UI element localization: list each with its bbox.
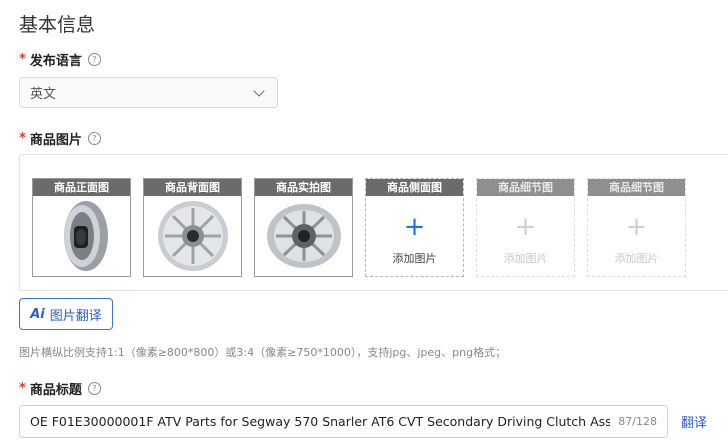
plus-icon: +: [514, 212, 537, 242]
product-title-value: OE F01E30000001F ATV Parts for Segway 57…: [30, 414, 611, 429]
question-circle-icon[interactable]: ?: [87, 382, 101, 395]
add-image-label: 添加图片: [614, 252, 659, 265]
publish-language-label-row: * 发布语言 ?: [19, 50, 101, 69]
image-slot-side[interactable]: 商品侧面图 + 添加图片: [365, 178, 464, 277]
question-circle-icon[interactable]: ?: [87, 132, 101, 145]
image-slot-caption: 商品侧面图: [366, 179, 463, 196]
image-translate-label: 图片翻译: [49, 308, 102, 324]
product-image-thumbnail: [33, 196, 130, 276]
section-title: 基本信息: [19, 14, 96, 36]
publish-language-label: 发布语言: [29, 54, 82, 69]
publish-language-select[interactable]: 英文: [19, 77, 278, 108]
image-slot-detail-2: 商品细节图 + 添加图片: [587, 178, 686, 277]
product-title-label-row: * 商品标题 ?: [19, 379, 101, 398]
image-slot-back[interactable]: 商品背面图: [143, 178, 242, 277]
add-image-label: 添加图片: [392, 252, 437, 265]
chevron-down-icon: [253, 84, 265, 97]
image-slot-detail-1: 商品细节图 + 添加图片: [476, 178, 575, 277]
image-slot-real-shot[interactable]: 商品实拍图: [254, 178, 353, 277]
image-slot-caption: 商品正面图: [33, 179, 130, 196]
product-images-label: 商品图片: [29, 133, 82, 148]
publish-language-value: 英文: [30, 87, 57, 102]
product-image-thumbnail: [144, 196, 241, 276]
product-title-input[interactable]: OE F01E30000001F ATV Parts for Segway 57…: [19, 405, 668, 438]
image-slot-front[interactable]: 商品正面图: [32, 178, 131, 277]
required-mark: *: [19, 52, 26, 67]
required-mark: *: [19, 381, 26, 396]
image-translate-button[interactable]: Ai 图片翻译: [19, 298, 113, 330]
image-slot-caption: 商品细节图: [477, 179, 574, 196]
ai-icon: Ai: [30, 306, 45, 322]
image-slot-caption: 商品背面图: [144, 179, 241, 196]
plus-icon[interactable]: +: [366, 214, 463, 240]
plus-icon: +: [625, 212, 648, 242]
translate-link[interactable]: 翻译: [681, 412, 707, 431]
product-title-label: 商品标题: [29, 383, 82, 398]
question-circle-icon[interactable]: ?: [87, 53, 101, 66]
required-mark: *: [19, 131, 26, 146]
add-image-label: 添加图片: [503, 252, 548, 265]
image-slot-caption: 商品实拍图: [255, 179, 352, 196]
image-slot-caption: 商品细节图: [588, 179, 685, 196]
image-requirements-hint: 图片横纵比例支持1:1（像素≥800*800）或3:4（像素≥750*1000）…: [19, 346, 507, 359]
character-counter: 87/128: [618, 415, 657, 428]
product-image-thumbnail: [255, 196, 352, 276]
product-images-label-row: * 商品图片 ?: [19, 129, 101, 148]
